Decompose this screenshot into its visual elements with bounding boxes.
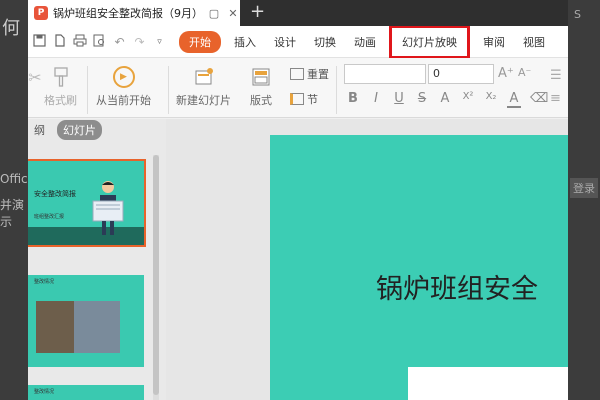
thumbnail-scrollbar[interactable] [153,155,159,400]
bold-button[interactable]: B [346,91,360,108]
background-right-edge: S 登录 [568,0,600,400]
format-painter-icon [50,66,72,88]
section-button[interactable]: 节 [290,91,318,107]
layout-label: 版式 [250,94,272,107]
background-text-fragment: 并演示 [0,198,25,229]
ribbon-divider [336,66,337,114]
strikethrough-button[interactable]: S [415,91,429,108]
menu-transitions[interactable]: 切换 [305,34,345,50]
superscript-button[interactable]: X² [461,91,475,108]
thumbnail-subtitle: 班组整改汇报 [34,214,65,220]
align-left-icon[interactable]: ≡ [550,91,561,106]
play-from-current-label: 从当前开始 [96,94,151,107]
underline-button[interactable]: U [392,91,406,108]
text-shadow-button[interactable]: A [438,91,452,108]
scrollbar-thumb[interactable] [153,155,159,395]
thumbnail-label: 整改情况 [34,279,55,285]
print-preview-icon[interactable] [92,34,107,50]
format-painter-button[interactable]: 格式刷 [44,66,77,108]
background-text-fragment: S [574,8,581,21]
save-icon[interactable] [32,33,47,50]
tab-outline[interactable]: 纲 [28,120,51,140]
font-color-button[interactable]: A [507,91,521,108]
slide-white-box[interactable] [408,367,568,400]
clear-format-icon[interactable]: ⌫ [530,91,548,108]
redo-icon[interactable]: ↷ [132,35,147,49]
play-from-current-button[interactable]: ▶ 从当前开始 [96,66,151,108]
ribbon-divider [87,66,88,114]
new-slide-label: 新建幻灯片 [176,94,231,107]
document-title: 锅炉班组安全整改简报（9月） [53,7,202,20]
slide-title-text[interactable]: 锅炉班组安全 [376,267,538,306]
panel-tabs: 纲 幻灯片 [28,119,166,141]
print-icon[interactable] [72,34,87,50]
new-tab-button[interactable]: + [250,2,265,22]
list-icon[interactable]: ☰ [550,68,562,83]
menu-animation[interactable]: 动画 [345,34,385,50]
background-text-fragment: 登录 [570,178,598,198]
section-icon [290,93,304,105]
tab-slides[interactable]: 幻灯片 [57,120,102,140]
font-family-select[interactable] [344,64,426,84]
menu-home[interactable]: 开始 [179,30,221,53]
increase-font-icon[interactable]: A⁺ [498,66,514,81]
presentation-logo-icon: P [34,6,48,20]
undo-icon[interactable]: ↶ [112,35,127,49]
menu-design[interactable]: 设计 [265,34,305,50]
reset-button[interactable]: 重置 [290,66,329,82]
slide-thumbnail-1[interactable]: 安全整改简报 班组整改汇报 [28,159,146,247]
layout-icon [250,66,272,88]
subscript-button[interactable]: X₂ [484,91,498,108]
newspaper-reader-illustration [92,181,124,235]
menu-insert[interactable]: 插入 [225,34,265,50]
pin-tab-icon[interactable]: ▢ [207,6,221,20]
new-slide-icon [193,66,215,88]
thumbnail-label: 整改情况 [34,389,55,395]
menu-review[interactable]: 审阅 [474,34,514,50]
decrease-font-icon[interactable]: A⁻ [518,66,531,79]
thumbnail-band [28,227,144,245]
slide-thumbnail-2[interactable]: 整改情况 [28,275,144,367]
thumbnail-photo-left [36,301,74,353]
document-tab-bar: P 锅炉班组安全整改简报（9月） ▢ ✕ + [28,0,568,26]
italic-button[interactable]: I [369,91,383,108]
layout-button[interactable]: 版式 [250,66,272,108]
background-text-fragment: Offic [0,172,28,186]
slide-thumbnail-3[interactable]: 整改情况 [28,385,144,400]
section-label: 节 [307,93,318,106]
wps-presentation-window: P 锅炉班组安全整改简报（9月） ▢ ✕ + ↶ ↷ ▿ 开始 插入 设计 切换… [28,0,568,400]
ribbon-toolbar: ✂ 格式刷 ▶ 从当前开始 新建幻灯片 版式 重置 节 0 A⁺ A⁻ B I … [28,58,568,118]
thumbnail-title: 安全整改简报 [34,190,76,198]
export-pdf-icon[interactable] [52,33,67,50]
background-text-fragment: 何 [2,18,20,39]
reset-icon [290,68,304,80]
menu-bar: ↶ ↷ ▿ 开始 插入 设计 切换 动画 幻灯片放映 审阅 视图 [28,24,568,59]
play-icon: ▶ [112,66,135,88]
format-painter-label: 格式刷 [44,94,77,107]
close-tab-icon[interactable]: ✕ [226,6,240,20]
ribbon-divider [168,66,169,114]
font-size-select[interactable]: 0 [428,64,494,84]
menu-view[interactable]: 视图 [514,34,554,50]
more-dropdown-icon[interactable]: ▿ [152,37,167,47]
reset-label: 重置 [307,68,329,81]
new-slide-button[interactable]: 新建幻灯片 [176,66,231,108]
quick-access-toolbar: ↶ ↷ ▿ [32,33,167,50]
background-left-edge: 何 Offic 并演示 [0,0,28,400]
current-slide[interactable]: 锅炉班组安全 [270,135,568,400]
menu-slide-show[interactable]: 幻灯片放映 [389,24,470,59]
document-tab[interactable]: P 锅炉班组安全整改简报（9月） ▢ ✕ [28,0,240,26]
text-format-buttons: B I U S A X² X₂ A ⌫ [346,91,548,108]
slide-thumbnail-panel: 纲 幻灯片 安全整改简报 班组整改汇报 整改情况 整改情况 [28,119,166,400]
thumbnail-photo-right [74,301,120,353]
slide-editing-canvas: 锅炉班组安全 [166,119,568,400]
